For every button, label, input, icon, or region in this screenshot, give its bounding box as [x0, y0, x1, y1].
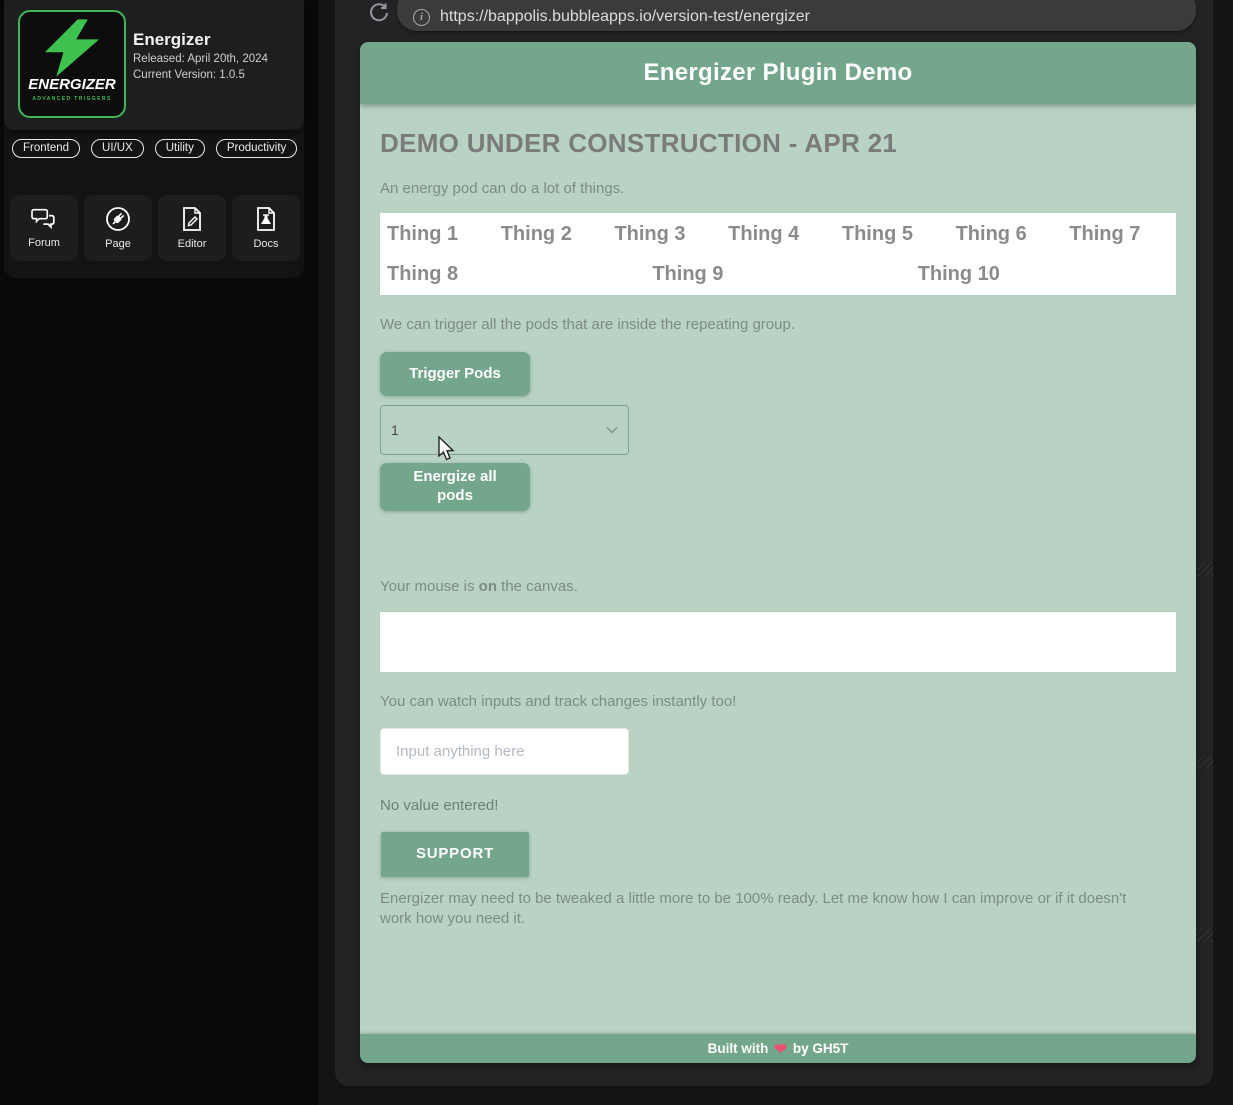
mouse-canvas[interactable]	[380, 612, 1176, 672]
trigger-pods-button[interactable]: Trigger Pods	[380, 352, 530, 396]
docs-icon	[257, 207, 275, 231]
chevron-down-icon	[606, 426, 618, 434]
construction-heading: DEMO UNDER CONSTRUCTION - APR 21	[380, 128, 898, 158]
demo-header: Energizer Plugin Demo	[360, 42, 1196, 104]
tag-uiux[interactable]: UI/UX	[91, 139, 144, 158]
refresh-icon[interactable]	[367, 1, 391, 25]
resize-grip	[1196, 928, 1213, 942]
heart-icon: ❤	[774, 1040, 787, 1058]
demo-body: DEMO UNDER CONSTRUCTION - APR 21 An ener…	[360, 104, 1196, 1034]
thing-item: Thing 4	[728, 222, 800, 245]
plugin-version: Current Version: 1.0.5	[133, 69, 245, 81]
footer-built-text: Built with	[707, 1041, 769, 1056]
plug-icon	[106, 207, 130, 231]
feedback-note: Energizer may need to be tweaked a littl…	[380, 890, 1127, 927]
thing-item: Thing 1	[387, 222, 459, 245]
inputs-description: You can watch inputs and track changes i…	[380, 693, 737, 710]
intro-text: An energy pod can do a lot of things.	[380, 180, 625, 197]
url-text[interactable]: https://bappolis.bubbleapps.io/version-t…	[440, 8, 810, 26]
nav-forum-label: Forum	[28, 237, 60, 249]
demo-footer: Built with ❤ by GH5T	[360, 1034, 1196, 1063]
footer-by-text: by GH5T	[792, 1041, 849, 1056]
plugin-logo: ENERGIZER ADVANCED TRIGGERS	[18, 10, 126, 118]
nav-forum-button[interactable]: Forum	[10, 195, 78, 261]
resize-grip	[1197, 755, 1214, 769]
logo-sub-text: ADVANCED TRIGGERS	[32, 96, 112, 102]
thing-item: Thing 2	[500, 222, 572, 245]
repeating-group: Thing 1 Thing 2 Thing 3 Thing 4 Thing 5 …	[380, 213, 1176, 295]
thing-item: Thing 8	[387, 262, 459, 285]
sidebar: ENERGIZER ADVANCED TRIGGERS Energizer Re…	[4, 0, 304, 278]
pod-count-dropdown[interactable]: 1	[380, 405, 629, 455]
nav-docs-label: Docs	[253, 238, 279, 250]
thing-item: Thing 9	[652, 262, 724, 285]
logo-brand-text: ENERGIZER	[28, 76, 116, 93]
trigger-description: We can trigger all the pods that are ins…	[380, 316, 795, 333]
plugin-info-card: ENERGIZER ADVANCED TRIGGERS Energizer Re…	[4, 0, 304, 130]
dropdown-value: 1	[391, 422, 399, 438]
nav-docs-button[interactable]: Docs	[232, 195, 300, 261]
demo-panel: Energizer Plugin Demo DEMO UNDER CONSTRU…	[360, 42, 1196, 1063]
screen: ENERGIZER ADVANCED TRIGGERS Energizer Re…	[0, 0, 1233, 1105]
tags-row: Frontend UI/UX Utility Productivity	[12, 139, 298, 158]
demo-title: Energizer Plugin Demo	[643, 59, 913, 86]
things-row-1: Thing 1 Thing 2 Thing 3 Thing 4 Thing 5 …	[380, 214, 1176, 254]
thing-item: Thing 10	[917, 262, 1000, 285]
nav-editor-label: Editor	[177, 238, 207, 250]
tag-frontend[interactable]: Frontend	[12, 139, 81, 158]
no-value-text: No value entered!	[380, 797, 499, 814]
nav-editor-button[interactable]: Editor	[158, 195, 226, 261]
sidebar-nav: Forum Page Editor Docs	[10, 195, 300, 261]
editor-icon	[183, 207, 201, 231]
anything-input[interactable]	[380, 728, 629, 775]
thing-item: Thing 3	[614, 222, 686, 245]
nav-page-button[interactable]: Page	[84, 195, 152, 261]
nav-page-label: Page	[105, 238, 131, 250]
things-row-2: Thing 8 Thing 9 Thing 10	[380, 254, 1176, 294]
support-button[interactable]: SUPPORT	[381, 832, 529, 877]
plugin-title: Energizer	[133, 30, 211, 49]
info-icon[interactable]: i	[413, 9, 430, 26]
plugin-released: Released: April 20th, 2024	[133, 53, 268, 65]
mouse-status-text: Your mouse is on the canvas.	[380, 578, 578, 595]
mouse-state: on	[478, 578, 497, 595]
energize-all-pods-button[interactable]: Energize all pods	[380, 463, 530, 511]
tag-productivity[interactable]: Productivity	[215, 139, 298, 158]
thing-item: Thing 5	[841, 222, 913, 245]
tag-utility[interactable]: Utility	[154, 139, 205, 158]
forum-icon	[31, 208, 55, 230]
url-bar[interactable]: i https://bappolis.bubbleapps.io/version…	[397, 0, 1196, 31]
thing-item: Thing 7	[1069, 222, 1141, 245]
thing-item: Thing 6	[955, 222, 1027, 245]
resize-grip	[1197, 562, 1214, 576]
lightning-bolt-icon	[44, 19, 100, 77]
